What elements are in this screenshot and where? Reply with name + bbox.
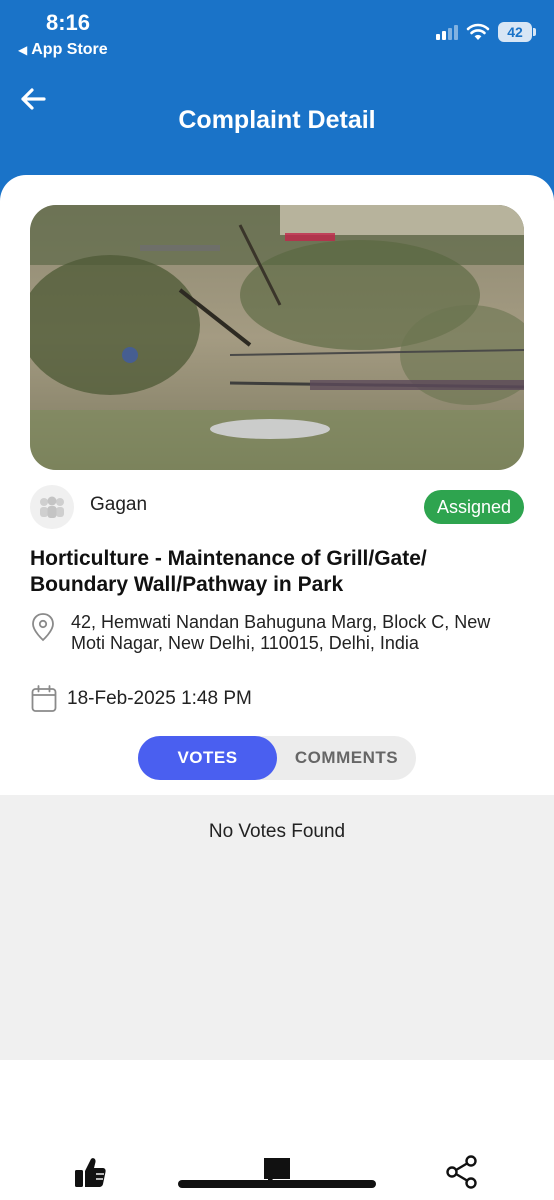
complaint-title: Horticulture - Maintenance of Grill/Gate… xyxy=(30,547,427,596)
back-to-app-link[interactable]: ◀ App Store xyxy=(18,41,108,59)
tab-votes[interactable]: VOTES xyxy=(138,736,277,780)
complaint-card: Gagan Assigned Horticulture - Maintenanc… xyxy=(0,175,554,1200)
avatar xyxy=(30,485,74,529)
page-title: Complaint Detail xyxy=(178,106,376,134)
home-indicator[interactable] xyxy=(178,1180,376,1188)
back-app-label: App Store xyxy=(31,41,108,58)
status-icons: 42 xyxy=(436,22,536,42)
empty-votes-message: No Votes Found xyxy=(208,821,346,842)
wifi-icon xyxy=(466,23,490,40)
people-group-icon xyxy=(40,496,64,518)
complaint-photo[interactable] xyxy=(30,205,524,470)
date-row: 18-Feb-2025 1:48 PM xyxy=(30,684,524,714)
complaint-date: 18-Feb-2025 1:48 PM xyxy=(67,688,252,709)
calendar-icon xyxy=(31,685,57,712)
complaint-photo-image xyxy=(30,205,524,470)
battery-level: 42 xyxy=(507,24,523,40)
votes-panel: No Votes Found xyxy=(0,795,554,1060)
battery-icon: 42 xyxy=(498,22,536,42)
back-triangle-icon: ◀ xyxy=(18,43,28,57)
location-pin-icon xyxy=(32,613,54,642)
bottom-action-bar xyxy=(0,1140,554,1200)
screen: 8:16 ◀ App Store 42 Complaint Detail Gag… xyxy=(0,0,554,1200)
reporter-row: Gagan Assigned xyxy=(30,485,524,529)
status-badge: Assigned xyxy=(423,490,524,524)
votes-comments-tabs: VOTES COMMENTS xyxy=(138,736,416,780)
tab-comments[interactable]: COMMENTS xyxy=(277,736,416,780)
cellular-signal-icon xyxy=(436,24,458,40)
share-icon[interactable] xyxy=(442,1152,482,1192)
complaint-address: 42, Hemwati Nandan Bahuguna Marg, Block … xyxy=(71,612,491,653)
status-time: 8:16 xyxy=(46,10,91,35)
reporter-name: Gagan xyxy=(90,494,148,515)
thumbs-up-icon[interactable] xyxy=(70,1152,110,1192)
